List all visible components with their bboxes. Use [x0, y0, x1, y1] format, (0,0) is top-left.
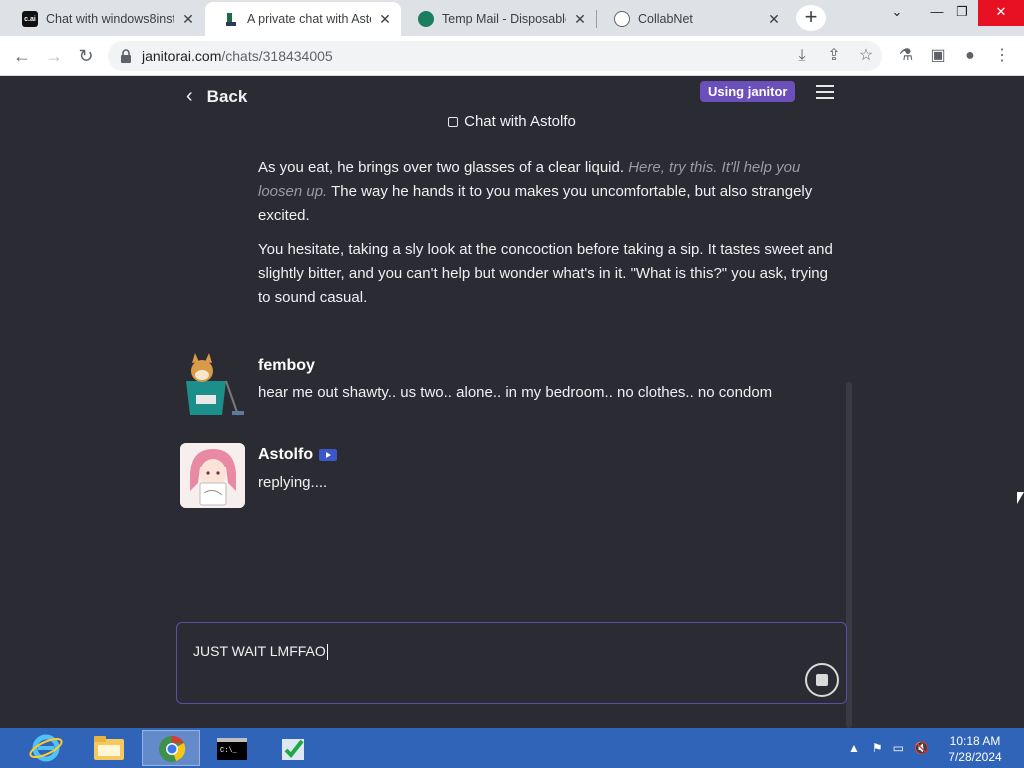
tab-search-chevron-icon[interactable]: ⌄ [880, 0, 914, 26]
chat-page: ‹ Back Using janitor Chat with Astolfo A… [0, 77, 1024, 728]
extensions-icon[interactable]: ⚗ [894, 44, 918, 68]
url-path: /chats/318434005 [221, 48, 333, 64]
using-janitor-badge[interactable]: Using janitor [700, 81, 796, 102]
tab-title: Chat with windows8inst [46, 12, 174, 26]
chat-header: ‹ Back Using janitor Chat with Astolfo [0, 77, 1024, 137]
bookmark-star-icon[interactable]: ☆ [854, 44, 878, 68]
user-message-text: hear me out shawty.. us two.. alone.. in… [258, 384, 773, 401]
profile-avatar-icon[interactable]: ● [958, 44, 982, 68]
url-host: janitorai.com [142, 48, 222, 64]
bot-avatar[interactable] [180, 443, 245, 508]
tab-title: Temp Mail - Disposable [442, 12, 566, 26]
mouse-cursor-icon [1017, 492, 1024, 504]
command-prompt-icon[interactable]: C:\_ [202, 730, 260, 766]
close-tab-icon[interactable]: ✕ [766, 11, 782, 27]
chevron-left-icon: ‹ [186, 85, 193, 107]
user-avatar[interactable] [180, 353, 245, 418]
paragraph-text: As you eat, he brings over two glasses o… [258, 159, 625, 176]
message-input-value[interactable]: JUST WAIT LMFFAO [193, 643, 328, 661]
user-author-name: femboy [258, 357, 315, 374]
globe-icon [614, 11, 630, 27]
side-panel-icon[interactable]: ▣ [926, 44, 950, 68]
back-button[interactable]: ‹ Back [186, 85, 247, 108]
tab-title: A private chat with Asto [247, 12, 371, 26]
taskbar-clock[interactable]: 10:18 AM 7/28/2024 [942, 733, 1008, 765]
characterai-favicon-icon: c.ai [22, 11, 38, 27]
forward-arrow-icon[interactable]: → [42, 44, 66, 68]
text-caret [326, 644, 328, 661]
bot-replying-text: replying.... [258, 474, 328, 491]
tab-private-chat[interactable]: A private chat with Asto ✕ [205, 2, 401, 36]
lock-icon [120, 49, 132, 63]
system-tray: ▲ ⚑ ▭ 🔇 [840, 728, 929, 768]
bot-author-name: Astolfo [258, 446, 338, 464]
message-input[interactable]: JUST WAIT LMFFAO [176, 622, 847, 704]
chat-title: Chat with Astolfo [0, 113, 1024, 130]
windows-taskbar: C:\_ ▲ ⚑ ▭ 🔇 10:18 AM 7/28/2024 [0, 728, 1024, 768]
back-label: Back [206, 86, 248, 106]
show-hidden-icons-icon[interactable]: ▲ [848, 741, 860, 755]
share-icon[interactable]: ⇪ [822, 44, 846, 68]
browser-toolbar: ← → ↻ janitorai.com/chats/318434005 ⤓ ⇪ … [0, 36, 1024, 76]
chrome-taskbar-icon[interactable] [142, 730, 200, 766]
address-bar[interactable]: janitorai.com/chats/318434005 [108, 41, 882, 71]
bot-message-paragraph: You hesitate, taking a sly look at the c… [258, 241, 833, 306]
chat-title-text: Chat with Astolfo [464, 113, 576, 130]
bot-name-text: Astolfo [258, 446, 314, 463]
action-center-flag-icon[interactable]: ⚑ [872, 741, 883, 755]
bot-message-paragraph: As you eat, he brings over two glasses o… [258, 156, 833, 228]
tab-strip: c.ai Chat with windows8inst ✕ A private … [0, 0, 1024, 36]
input-text: JUST WAIT LMFFAO [193, 643, 326, 659]
clock-time: 10:18 AM [949, 734, 1001, 748]
internet-explorer-icon[interactable] [16, 730, 66, 766]
reload-icon[interactable]: ↻ [74, 44, 98, 68]
download-icon[interactable]: ⤓ [790, 44, 814, 68]
file-explorer-icon[interactable] [80, 730, 138, 766]
tab-collabnet[interactable]: CollabNet ✕ [596, 2, 790, 36]
volume-muted-icon[interactable]: 🔇 [914, 741, 929, 755]
kebab-menu-icon[interactable]: ⋮ [990, 44, 1014, 68]
close-tab-icon[interactable]: ✕ [377, 11, 393, 27]
clock-date: 7/28/2024 [948, 750, 1002, 764]
stop-generation-button[interactable] [805, 663, 839, 697]
network-icon[interactable]: ▭ [893, 741, 904, 755]
hamburger-menu-icon[interactable] [816, 85, 834, 99]
janitor-favicon-icon [223, 11, 239, 27]
tab-chat-windows8[interactable]: c.ai Chat with windows8inst ✕ [4, 2, 204, 36]
window-close-button[interactable]: ✕ [978, 0, 1024, 26]
tab-temp-mail[interactable]: Temp Mail - Disposable ✕ [400, 2, 596, 36]
back-arrow-icon[interactable]: ← [10, 44, 34, 68]
tempmail-favicon-icon [418, 11, 434, 27]
close-tab-icon[interactable]: ✕ [180, 11, 196, 27]
lock-icon [448, 117, 459, 127]
restore-button[interactable]: ❐ [945, 0, 979, 26]
verified-badge-icon [319, 448, 338, 461]
tab-title: CollabNet [638, 12, 693, 26]
paragraph-text: The way he hands it to you makes you unc… [258, 183, 813, 224]
task-scheduler-icon[interactable] [264, 730, 322, 766]
close-tab-icon[interactable]: ✕ [572, 11, 588, 27]
svg-text:C:\_: C:\_ [220, 747, 238, 755]
new-tab-button[interactable]: + [796, 5, 826, 31]
